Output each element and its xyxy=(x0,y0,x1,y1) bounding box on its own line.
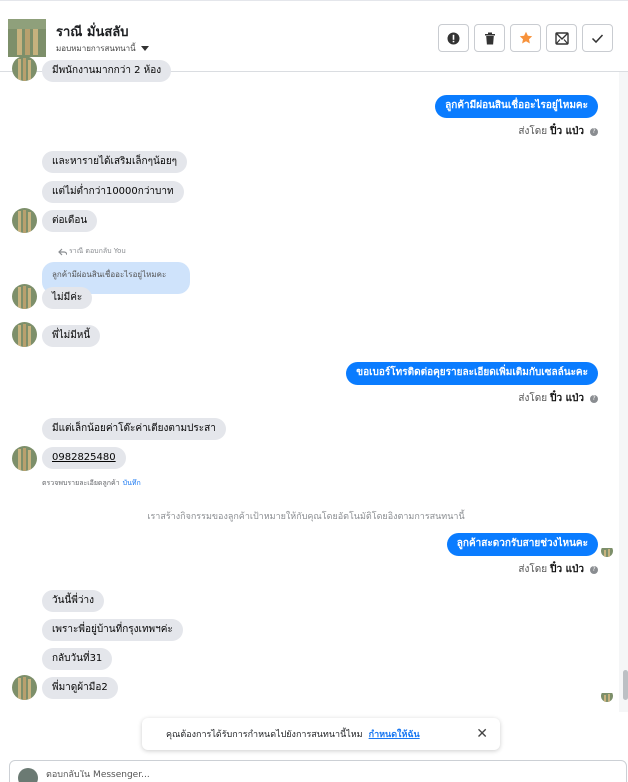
close-icon[interactable]: ✕ xyxy=(476,726,488,742)
star-icon xyxy=(519,31,532,44)
contact-name[interactable]: ราณี มั่นสลับ xyxy=(56,21,128,42)
outgoing-message: ขอเบอร์โทรติดต่อคุยรายละเอียดเพิ่มเติมกั… xyxy=(346,362,598,385)
conversation-toolbar xyxy=(438,24,613,52)
conversation-panel: ราณี มั่นสลับ มอบหมายการสนทนานี้ มีพนักง… xyxy=(0,0,628,782)
reply-composer xyxy=(9,760,627,782)
outgoing-message: ลูกค้าสะดวกรับสายช่วงไหนคะ xyxy=(446,533,598,556)
check-icon xyxy=(591,33,604,43)
contact-avatar xyxy=(12,675,37,700)
contact-avatar xyxy=(12,56,37,81)
sent-by-label: ส่งโดย ปิ๋ว แป่ว ? xyxy=(518,391,598,406)
incoming-message: พี่ไม่มีหนี้ xyxy=(42,325,101,347)
save-details-link[interactable]: บันทึก xyxy=(123,479,141,487)
incoming-message: ไม่มีค่ะ xyxy=(42,287,93,309)
exclamation-icon xyxy=(447,32,460,44)
scrollbar-thumb[interactable] xyxy=(623,670,628,700)
incoming-message: มีแต่เล็กน้อยค่าโต๊ะค่าเตียงตามประสา xyxy=(42,418,226,440)
system-message: เราสร้างกิจกรรมของลูกค้าเป้าหมายให้กับคุ… xyxy=(147,512,465,522)
incoming-message: พี่มาดูผ้ามือ2 xyxy=(42,677,118,699)
reply-input[interactable] xyxy=(46,770,446,780)
delete-button[interactable] xyxy=(474,24,505,52)
sent-by-prefix: ส่งโดย xyxy=(518,126,548,137)
sent-by-label: ส่งโดย ปิ๋ว แป่ว ? xyxy=(518,124,598,139)
chevron-down-icon xyxy=(140,46,149,51)
seen-avatar xyxy=(601,690,613,702)
help-icon[interactable]: ? xyxy=(590,394,598,403)
sent-by-prefix: ส่งโดย xyxy=(518,393,548,404)
incoming-message: และหารายได้เสริมเล็กๆน้อยๆ xyxy=(42,151,188,173)
incoming-message: วันนี้พี่ว่าง xyxy=(42,590,104,612)
sender-name[interactable]: ปิ๋ว แป่ว xyxy=(550,562,584,577)
sender-name[interactable]: ปิ๋ว แป่ว xyxy=(550,391,584,406)
reply-arrow-icon xyxy=(58,248,67,255)
sent-by-label: ส่งโดย ปิ๋ว แป่ว ? xyxy=(518,562,598,577)
assign-dropdown[interactable]: มอบหมายการสนทนานี้ xyxy=(56,42,149,55)
seen-avatar xyxy=(601,545,613,557)
assign-prompt-toast: คุณต้องการได้รับการกำหนดไปยังการสนทนานี้… xyxy=(142,718,500,750)
user-avatar xyxy=(18,768,38,782)
contact-avatar[interactable] xyxy=(8,19,46,57)
help-icon[interactable]: ? xyxy=(590,127,598,136)
toast-text: คุณต้องการได้รับการกำหนดไปยังการสนทนานี้… xyxy=(166,730,363,740)
help-icon[interactable]: ? xyxy=(590,565,598,574)
scrollbar-track[interactable] xyxy=(619,72,628,712)
incoming-message: แต่ไม่ต่ำกว่า10000กว่าบาท xyxy=(42,181,184,203)
detected-details-note: ตรวจพบรายละเอียดลูกค้า บันทึก xyxy=(42,478,141,489)
incoming-message: มีพนักงานมากกว่า 2 ห้อง xyxy=(42,60,172,82)
outgoing-message: ลูกค้ามีผ่อนสินเชื่ออะไรอยู่ไหมคะ xyxy=(435,95,598,118)
mark-spam-button[interactable] xyxy=(438,24,469,52)
reply-label: ราณี ตอบกลับ You xyxy=(69,247,126,255)
assign-to-me-link[interactable]: กำหนดให้ฉัน xyxy=(369,727,420,741)
mail-icon xyxy=(554,31,569,45)
reply-indicator: ราณี ตอบกลับ You xyxy=(58,246,126,257)
incoming-message: กลับวันที่31 xyxy=(42,648,113,670)
phone-number-message[interactable]: 0982825480 xyxy=(42,447,126,469)
contact-avatar xyxy=(12,284,37,309)
star-button[interactable] xyxy=(510,24,541,52)
trash-icon xyxy=(484,32,495,44)
assign-label: มอบหมายการสนทนานี้ xyxy=(56,44,136,53)
mark-done-button[interactable] xyxy=(582,24,613,52)
contact-avatar xyxy=(12,322,37,347)
incoming-message: เพราะพี่อยู่บ้านที่กรุงเทพฯค่ะ xyxy=(42,619,183,641)
sender-name[interactable]: ปิ๋ว แป่ว xyxy=(550,124,584,139)
mark-unread-button[interactable] xyxy=(546,24,577,52)
incoming-message: ต่อเดือน xyxy=(42,210,98,232)
note-text: ตรวจพบรายละเอียดลูกค้า xyxy=(42,479,120,487)
sent-by-prefix: ส่งโดย xyxy=(518,564,548,575)
contact-avatar xyxy=(12,446,37,471)
contact-avatar xyxy=(12,208,37,233)
